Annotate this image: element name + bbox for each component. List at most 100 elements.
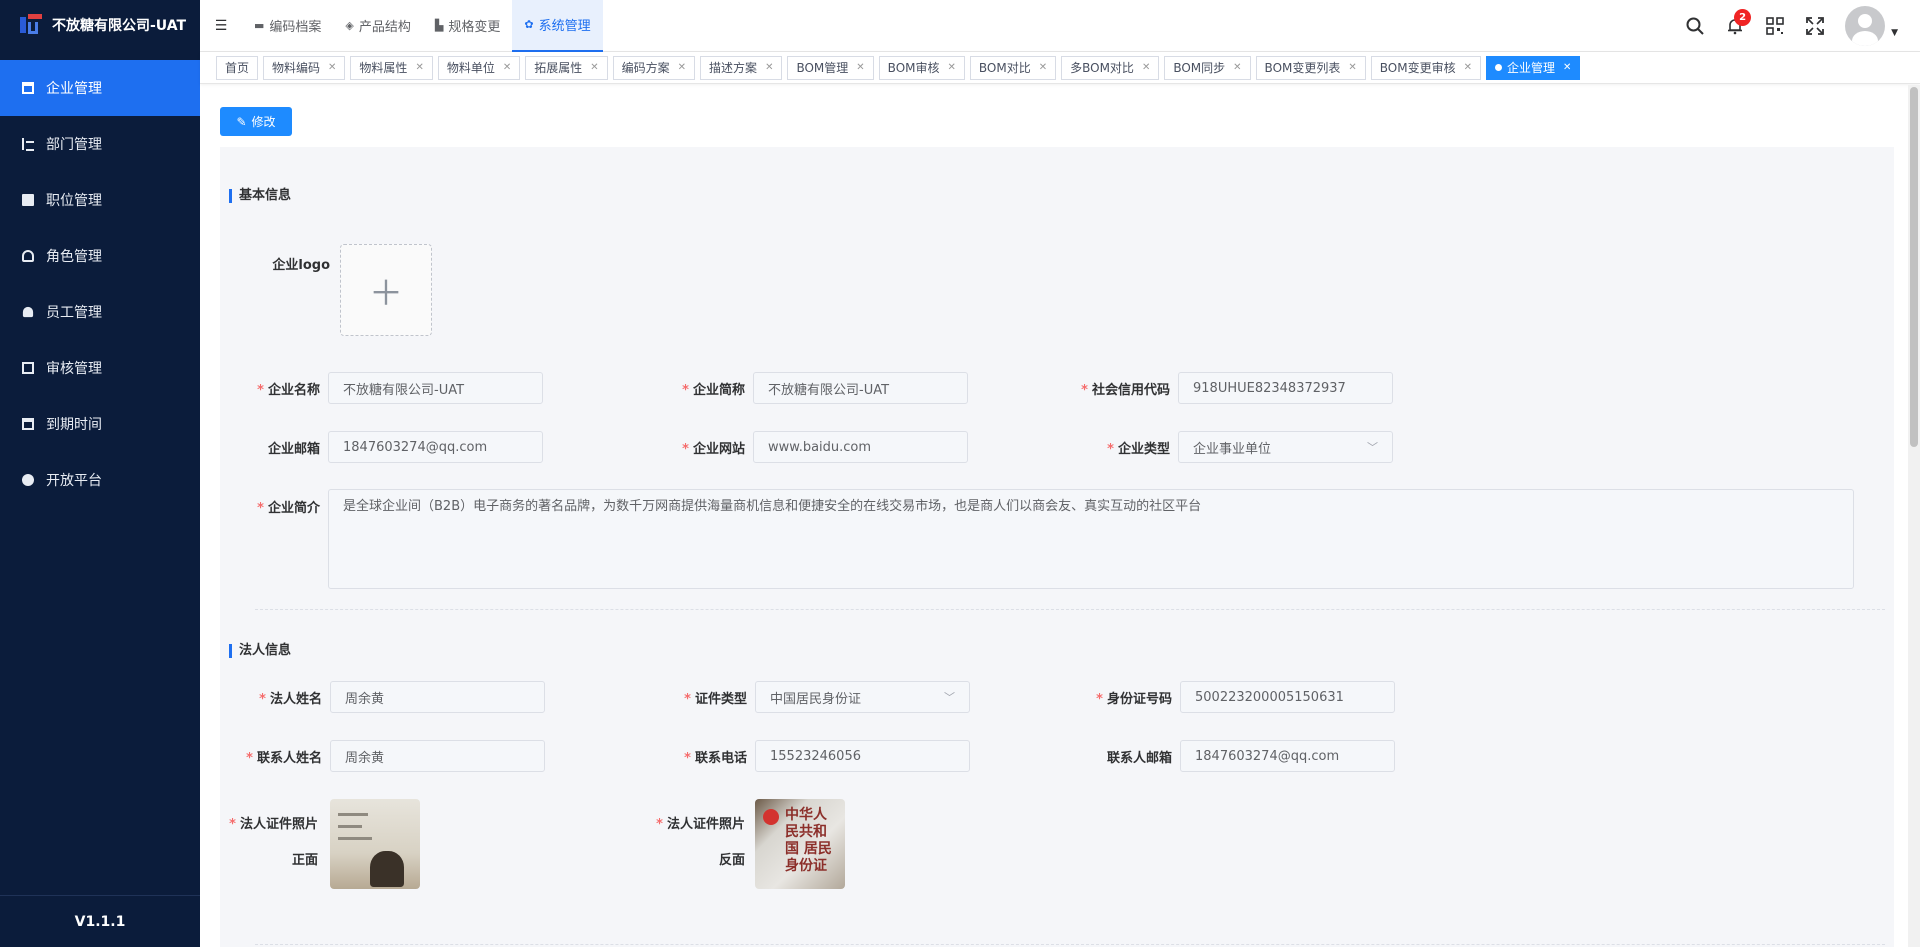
tag-item[interactable]: 拓展属性 ✕: [525, 55, 608, 80]
contact-phone-input[interactable]: 15523246056: [755, 740, 970, 772]
sidebar-item-expiry[interactable]: 到期时间: [0, 396, 200, 452]
tag-item[interactable]: BOM对比 ✕: [969, 55, 1057, 80]
qrcode-icon[interactable]: [1765, 16, 1785, 36]
sidebar-item-label: 到期时间: [46, 417, 102, 433]
brand-name: 不放糖有限公司-UAT: [52, 18, 187, 34]
id-number-label: * 身份证号码: [1096, 692, 1172, 707]
tag-label: 编码方案: [621, 61, 670, 75]
tag-item[interactable]: BOM管理 ✕: [787, 55, 874, 80]
id-card-text-line: [338, 813, 368, 816]
tag-item[interactable]: BOM同步 ✕: [1164, 55, 1251, 80]
tab-code-archive[interactable]: ▬ 编码档案: [242, 0, 333, 52]
menu-collapse-icon[interactable]: ☰: [200, 0, 242, 52]
contact-email-input[interactable]: 1847603274@qq.com: [1180, 740, 1395, 772]
company-email-input[interactable]: 1847603274@qq.com: [328, 431, 543, 463]
sidebar-item-open-platform[interactable]: 开放平台: [0, 452, 200, 508]
edit-button[interactable]: ✎ 修改: [220, 107, 292, 136]
sidebar-item-position[interactable]: 职位管理: [0, 172, 200, 228]
fullscreen-icon[interactable]: [1805, 16, 1825, 36]
contact-name-input[interactable]: 周余黄: [330, 740, 545, 772]
legal-name-label: * 法人姓名: [259, 692, 322, 707]
check-square-icon: [22, 362, 34, 374]
tag-label: BOM审核: [887, 61, 940, 75]
close-icon[interactable]: ✕: [415, 62, 423, 73]
car-icon: [22, 250, 34, 262]
tab-label: 编码档案: [269, 20, 322, 35]
chevron-down-icon: ﹀: [1367, 441, 1378, 454]
close-icon[interactable]: ✕: [948, 62, 956, 73]
id-back-photo[interactable]: 中华人民共和国 居民身份证: [755, 799, 845, 889]
credit-code-input[interactable]: 918UHUE82348372937: [1178, 372, 1393, 404]
tag-item-active[interactable]: 企业管理 ✕: [1485, 55, 1581, 80]
sidebar-item-label: 审核管理: [46, 361, 102, 377]
id-type-select[interactable]: 中国居民身份证 ﹀: [755, 681, 970, 713]
id-number-input[interactable]: 500223200005150631: [1180, 681, 1395, 713]
company-email-label: 企业邮箱: [267, 442, 320, 457]
tab-spec-change[interactable]: ▙ 规格变更: [423, 0, 512, 52]
sidebar-item-role[interactable]: 角色管理: [0, 228, 200, 284]
tag-label: 描述方案: [709, 61, 758, 75]
sidebar-item-department[interactable]: 部门管理: [0, 116, 200, 172]
credit-code-label: * 社会信用代码: [1081, 383, 1170, 398]
page-scrollbar[interactable]: [1908, 85, 1920, 947]
close-icon[interactable]: ✕: [1348, 62, 1356, 73]
scrollbar-thumb[interactable]: [1910, 87, 1918, 447]
tag-label: 物料属性: [359, 61, 408, 75]
company-intro-label: * 企业简介: [257, 501, 320, 516]
company-intro-textarea[interactable]: 是全球企业间（B2B）电子商务的著名品牌，为数千万网商提供海量商机信息和便捷安全…: [328, 489, 1854, 589]
edit-button-label: 修改: [251, 115, 276, 129]
close-icon[interactable]: ✕: [1563, 62, 1571, 73]
tag-item[interactable]: 多BOM对比 ✕: [1061, 55, 1160, 80]
search-icon[interactable]: [1685, 16, 1705, 36]
enterprise-form-panel: 基本信息 企业logo ＋ * 企业名称 不放糖有限公司-UAT * 企业简称 不放…: [220, 147, 1894, 947]
tag-item[interactable]: BOM变更列表 ✕: [1255, 55, 1366, 80]
tag-item[interactable]: BOM审核 ✕: [878, 55, 965, 80]
close-icon[interactable]: ✕: [1464, 62, 1472, 73]
tag-label: 企业管理: [1506, 61, 1555, 75]
logo-label: 企业logo: [272, 258, 330, 273]
logo-upload[interactable]: ＋: [340, 244, 432, 336]
tag-label: BOM同步: [1173, 61, 1226, 75]
id-back-label: * 法人证件照片 反面: [656, 817, 745, 868]
close-icon[interactable]: ✕: [765, 62, 773, 73]
tag-item[interactable]: 物料编码 ✕: [263, 55, 346, 80]
sidebar-item-employee[interactable]: 员工管理: [0, 284, 200, 340]
close-icon[interactable]: ✕: [1233, 62, 1241, 73]
company-short-input[interactable]: 不放糖有限公司-UAT: [753, 372, 968, 404]
company-website-input[interactable]: www.baidu.com: [753, 431, 968, 463]
national-emblem-icon: [763, 809, 779, 825]
tag-label: 多BOM对比: [1070, 61, 1134, 75]
company-type-select[interactable]: 企业事业单位 ﹀: [1178, 431, 1393, 463]
close-icon[interactable]: ✕: [856, 62, 864, 73]
close-icon[interactable]: ✕: [1039, 62, 1047, 73]
company-name-input[interactable]: 不放糖有限公司-UAT: [328, 372, 543, 404]
tab-label: 规格变更: [448, 20, 501, 35]
tag-label: BOM对比: [978, 61, 1031, 75]
close-icon[interactable]: ✕: [503, 62, 511, 73]
tag-item[interactable]: 物料属性 ✕: [350, 55, 433, 80]
sidebar-item-audit[interactable]: 审核管理: [0, 340, 200, 396]
tab-product-structure[interactable]: ◈ 产品结构: [333, 0, 422, 52]
sidebar-item-enterprise[interactable]: 企业管理: [0, 60, 200, 116]
close-icon[interactable]: ✕: [590, 62, 598, 73]
tag-item[interactable]: 编码方案 ✕: [612, 55, 696, 80]
calendar-icon: [22, 418, 34, 430]
tag-item[interactable]: 描述方案 ✕: [700, 55, 783, 80]
id-front-label: * 法人证件照片 正面: [229, 817, 318, 868]
tags-view: 首页 物料编码 ✕ 物料属性 ✕ 物料单位 ✕ 拓展属性 ✕ 编码方案 ✕ 描述方案 ✕ B…: [200, 52, 1920, 84]
header-actions: 2 ▼: [1685, 5, 1920, 46]
tab-system-management[interactable]: ✿ 系统管理: [512, 0, 603, 52]
legal-name-input[interactable]: 周余黄: [330, 681, 545, 713]
tag-home[interactable]: 首页: [216, 55, 259, 80]
id-front-photo[interactable]: [330, 799, 420, 889]
caret-down-icon[interactable]: ▼: [1891, 28, 1898, 38]
close-icon[interactable]: ✕: [328, 62, 336, 73]
close-icon[interactable]: ✕: [678, 62, 686, 73]
tag-item[interactable]: 物料单位 ✕: [437, 55, 521, 80]
contact-name-label: * 联系人姓名: [246, 751, 322, 766]
tag-item[interactable]: BOM变更审核 ✕: [1370, 55, 1481, 80]
avatar[interactable]: [1845, 5, 1886, 46]
section-divider: [255, 609, 1885, 610]
bell-icon[interactable]: 2: [1725, 8, 1752, 36]
close-icon[interactable]: ✕: [1142, 62, 1150, 73]
